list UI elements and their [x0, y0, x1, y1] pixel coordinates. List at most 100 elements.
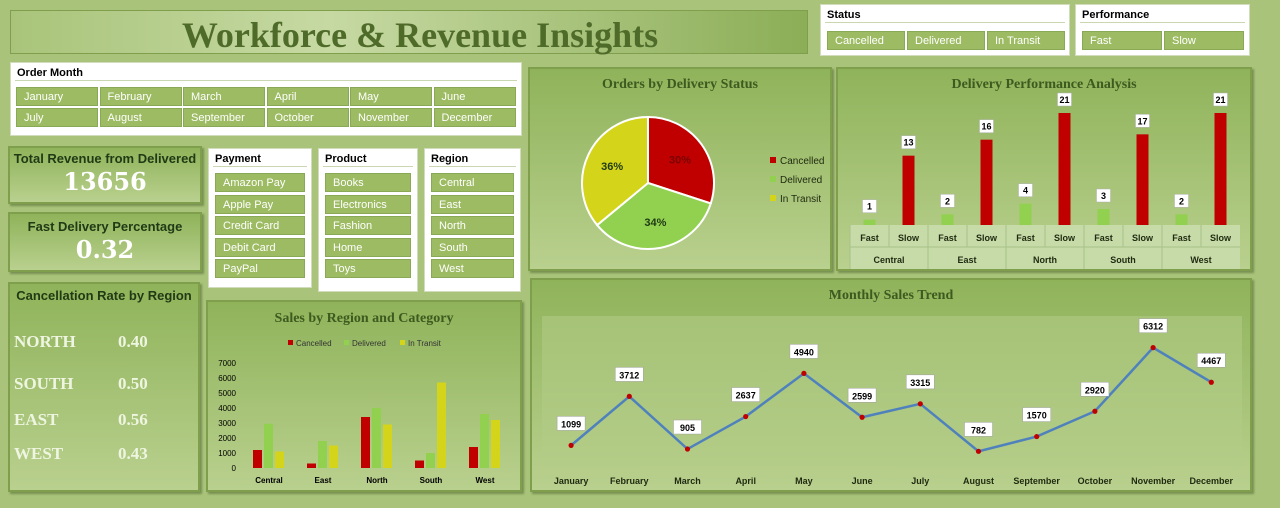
- sales-bar-east-in-transit: [329, 445, 338, 468]
- monthly-point-march: [684, 446, 691, 452]
- sales-legend-swatch-cancelled: [288, 340, 293, 345]
- payment-button-debit-card[interactable]: Debit Card: [215, 237, 305, 257]
- performance-group-east: East: [957, 255, 976, 265]
- monthly-point-april: [743, 413, 749, 420]
- payment-button-apple-pay[interactable]: Apple Pay: [215, 194, 305, 214]
- performance-group-west: West: [1190, 255, 1211, 265]
- performance-tick-north-fast: Fast: [1016, 233, 1035, 243]
- performance-group-north: North: [1033, 255, 1057, 265]
- month-button-december[interactable]: December: [433, 108, 516, 127]
- pie-legend-swatch-cancelled: [770, 157, 776, 163]
- month-button-may[interactable]: May: [350, 87, 432, 106]
- monthly-xtick-november: November: [1131, 476, 1176, 486]
- payment-button-credit-card[interactable]: Credit Card: [215, 216, 305, 235]
- performance-data-label-south-slow: 17: [1137, 116, 1147, 126]
- product-button-fashion[interactable]: Fashion: [325, 216, 411, 235]
- region-slicer: Region Central East North South West: [424, 148, 521, 292]
- sales-ytick-1000: 1000: [218, 449, 236, 458]
- cancellation-region-east: EAST: [14, 410, 59, 429]
- performance-fast-button[interactable]: Fast: [1082, 31, 1162, 50]
- cancellation-rate-south: 0.50: [118, 374, 148, 393]
- sales-bar-south-in-transit: [437, 382, 446, 468]
- delivery-status-pie-panel: Orders by Delivery Status 30% 34% 36% Cance…: [528, 67, 832, 271]
- sales-bar-south-delivered: [426, 453, 435, 468]
- month-button-july[interactable]: July: [16, 108, 98, 127]
- pie-chart-title: Orders by Delivery Status: [602, 77, 758, 92]
- cancellation-region-south: SOUTH: [14, 374, 74, 393]
- product-button-electronics[interactable]: Electronics: [325, 194, 411, 214]
- sales-ytick-0: 0: [232, 464, 237, 473]
- cancellation-region-west: WEST: [14, 444, 64, 463]
- monthly-data-label-may: 4940: [794, 347, 814, 357]
- fast-delivery-kpi-label: Fast Delivery Percentage: [27, 219, 183, 234]
- payment-button-amazon-pay[interactable]: Amazon Pay: [215, 173, 305, 192]
- monthly-data-label-february: 3712: [619, 370, 639, 380]
- month-button-august[interactable]: August: [99, 108, 182, 127]
- monthly-data-label-june: 2599: [852, 391, 872, 401]
- payment-slicer: Payment Amazon Pay Apple Pay Credit Card De…: [208, 148, 312, 288]
- performance-tick-east-slow: Slow: [976, 233, 998, 243]
- sales-ytick-6000: 6000: [218, 374, 236, 383]
- performance-data-label-north-slow: 21: [1059, 95, 1069, 105]
- monthly-point-october: [1092, 408, 1098, 414]
- monthly-xtick-january: January: [554, 476, 589, 486]
- sales-xtick-south: South: [420, 476, 443, 485]
- month-button-september[interactable]: September: [183, 108, 265, 127]
- sales-by-region-panel: Sales by Region and Category 0 1000 2000 30…: [206, 300, 522, 492]
- performance-bar-east-slow: [980, 139, 993, 225]
- page-title: Workforce & Revenue Insights: [181, 15, 659, 55]
- region-button-north[interactable]: North: [431, 216, 514, 235]
- monthly-data-label-july: 3315: [910, 378, 930, 388]
- sales-bar-central-delivered: [264, 423, 273, 468]
- sales-ytick-2000: 2000: [218, 434, 236, 443]
- product-button-books[interactable]: Books: [325, 173, 411, 192]
- month-button-march[interactable]: March: [183, 87, 265, 106]
- monthly-point-february: [626, 393, 632, 399]
- delivery-status-pie-chart: 30% 34% 36% Cancelled Delivered In Transit: [581, 115, 824, 250]
- performance-slow-button[interactable]: Slow: [1164, 31, 1244, 50]
- status-delivered-button[interactable]: Delivered: [907, 31, 985, 50]
- performance-bar-north-fast: [1019, 203, 1032, 225]
- month-button-january[interactable]: January: [16, 87, 98, 106]
- product-button-toys[interactable]: Toys: [325, 259, 411, 278]
- sales-bar-north-in-transit: [383, 424, 392, 468]
- monthly-data-label-march: 905: [680, 423, 695, 433]
- sales-bar-west-delivered: [480, 414, 489, 468]
- performance-tick-east-fast: Fast: [938, 233, 957, 243]
- month-button-february[interactable]: February: [99, 87, 182, 106]
- sales-bar-east-delivered: [318, 441, 327, 468]
- month-button-october[interactable]: October: [266, 108, 349, 127]
- monthly-point-january: [568, 442, 574, 448]
- monthly-xtick-august: August: [963, 476, 994, 486]
- month-button-november[interactable]: November: [350, 108, 432, 127]
- monthly-data-label-april: 2637: [736, 391, 756, 401]
- monthly-xtick-december: December: [1190, 476, 1234, 486]
- monthly-point-july: [917, 401, 923, 407]
- status-cancelled-button[interactable]: Cancelled: [827, 31, 905, 50]
- performance-data-label-east-fast: 2: [945, 196, 950, 206]
- monthly-point-may: [801, 370, 807, 376]
- monthly-data-label-october: 2920: [1085, 385, 1105, 395]
- performance-slicer: Performance Fast Slow: [1075, 4, 1250, 56]
- product-button-home[interactable]: Home: [325, 237, 411, 257]
- region-button-east[interactable]: East: [431, 194, 514, 214]
- region-button-west[interactable]: West: [431, 259, 514, 278]
- pie-legend-swatch-in-transit: [770, 195, 776, 201]
- month-button-june[interactable]: June: [433, 87, 516, 106]
- sales-ytick-5000: 5000: [218, 389, 236, 398]
- performance-data-label-central-slow: 13: [903, 138, 913, 148]
- status-in-transit-button[interactable]: In Transit: [987, 31, 1065, 50]
- performance-data-label-west-slow: 21: [1215, 95, 1225, 105]
- performance-bar-east-fast: [941, 214, 954, 225]
- region-button-south[interactable]: South: [431, 237, 514, 257]
- payment-button-paypal[interactable]: PayPal: [215, 259, 305, 278]
- sales-bar-central-cancelled: [253, 450, 262, 468]
- performance-tick-west-slow: Slow: [1210, 233, 1232, 243]
- performance-group-south: South: [1110, 255, 1136, 265]
- order-month-slicer-title: Order Month: [15, 63, 517, 81]
- revenue-kpi-label: Total Revenue from Delivered: [13, 151, 197, 166]
- month-button-april[interactable]: April: [266, 87, 349, 106]
- sales-bar-west-cancelled: [469, 447, 478, 468]
- region-button-central[interactable]: Central: [431, 173, 514, 192]
- sales-legend-label-delivered: Delivered: [352, 339, 386, 348]
